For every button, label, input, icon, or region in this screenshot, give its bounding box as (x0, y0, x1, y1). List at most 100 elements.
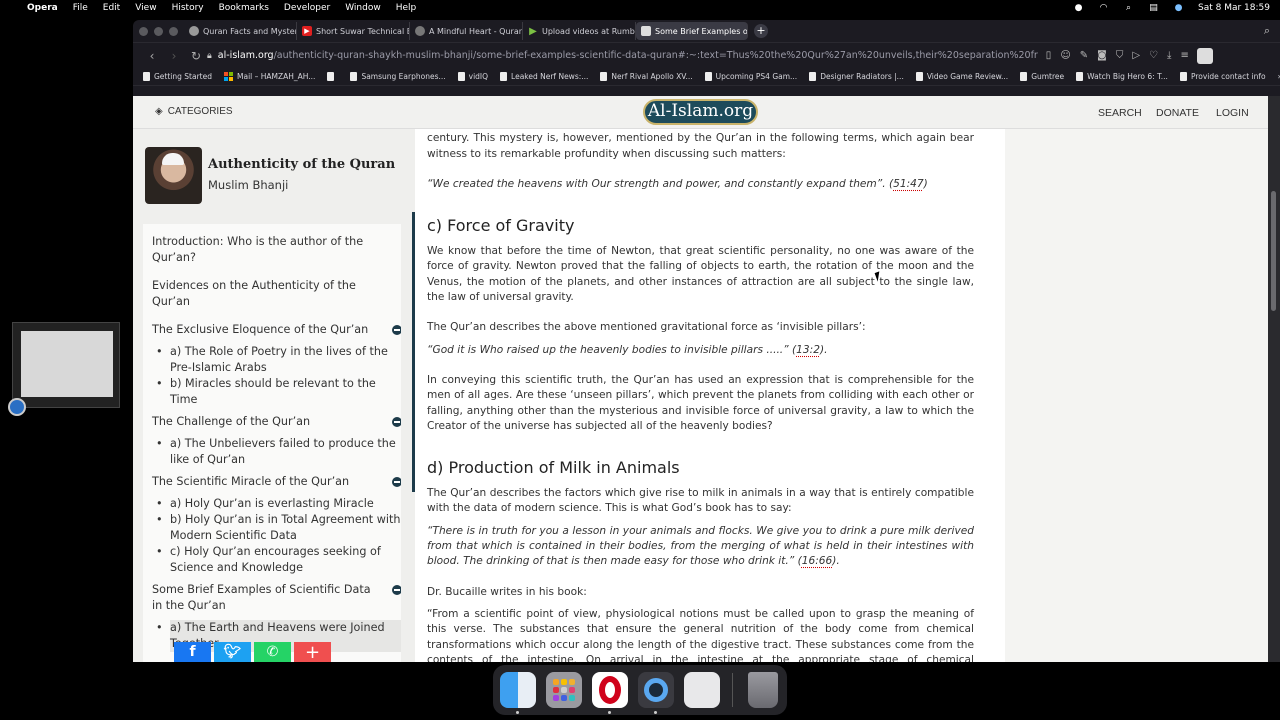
back-button[interactable]: ‹ (141, 49, 163, 63)
menu-app-opera[interactable]: Opera (27, 3, 58, 13)
bookmark-radiators[interactable]: Designer Radiators |... (809, 72, 904, 81)
menu-bookmarks[interactable]: Bookmarks (219, 3, 269, 13)
page-scrollbar[interactable] (1268, 96, 1280, 662)
web-page: ◈ CATEGORIES Al-Islam.org SEARCH DONATE … (133, 96, 1268, 662)
nav-search[interactable]: SEARCH (1098, 107, 1142, 119)
finder-icon[interactable] (500, 672, 536, 714)
play-icon[interactable]: ▷ (1132, 50, 1140, 61)
heart-icon[interactable]: ♡ (1149, 50, 1158, 61)
reader-mode-icon[interactable]: ▯ (1046, 50, 1052, 61)
toc-subsection[interactable]: b) Holy Qur’an is in Total Agreement wit… (152, 512, 401, 544)
author-name[interactable]: Muslim Bhanji (208, 178, 395, 192)
toc-subsection-list: a) The Unbelievers failed to produce the… (152, 436, 401, 468)
bookmark-untitled[interactable] (327, 72, 338, 81)
url-field[interactable]: al-islam.org/authenticity-quran-shaykh-m… (218, 50, 1038, 61)
toc-subsection[interactable]: c) Holy Qur’an encourages seeking of Sci… (152, 544, 401, 576)
toc-section[interactable]: The Challenge of the Qur’an (152, 414, 401, 430)
book-info: Authenticity of the Quran Muslim Bhanji (145, 147, 395, 204)
wifi-icon[interactable]: ◠ (1098, 3, 1109, 13)
toc-section-current[interactable]: Some Brief Examples of Scientific Data i… (152, 582, 401, 614)
new-tab-button[interactable]: + (754, 24, 768, 38)
menu-file[interactable]: File (73, 3, 88, 13)
bookmark-ps4[interactable]: Upcoming PS4 Gam... (704, 72, 797, 81)
author-photo[interactable] (145, 147, 202, 204)
bookmark-getting-started[interactable]: Getting Started (143, 72, 212, 81)
screenshot-thumbnail-preview[interactable] (12, 322, 120, 408)
more-share-icon[interactable]: + (294, 642, 331, 662)
bookmark-big-hero-6[interactable]: Watch Big Hero 6: T... (1076, 72, 1168, 81)
toc-section[interactable]: The Scientific Miracle of the Qur’an (152, 474, 401, 490)
toc-subsection-label: b) Miracles should be relevant to the Ti… (170, 377, 376, 406)
menu-view[interactable]: View (135, 3, 156, 13)
toc-section[interactable]: The Exclusive Eloquence of the Qur’an (152, 322, 401, 338)
bookmark-contact-info[interactable]: Provide contact info (1179, 72, 1266, 81)
nav-donate[interactable]: DONATE (1156, 107, 1199, 119)
launchpad-icon[interactable] (546, 672, 582, 708)
collapse-icon[interactable] (392, 417, 401, 427)
quicktime-player-icon[interactable] (638, 672, 674, 714)
verse-reference-link[interactable]: 16:66 (802, 555, 833, 567)
collapse-icon[interactable] (392, 325, 401, 335)
tab-search-icon[interactable]: ⌕ (1264, 24, 1270, 38)
verse-reference-link[interactable]: 13:2 (796, 344, 820, 356)
bookmark-leaked-nerf[interactable]: Leaked Nerf News:... (500, 72, 588, 81)
edit-icon[interactable]: ✎ (1080, 50, 1088, 61)
siri-icon[interactable]: ● (1173, 3, 1184, 13)
bookmark-video-game-review[interactable]: Video Game Review... (915, 72, 1008, 81)
record-icon[interactable]: ● (1073, 3, 1084, 13)
paragraph: Dr. Bucaille writes in his book: (427, 585, 587, 598)
window-minimize-button[interactable] (154, 26, 163, 36)
bookmark-nerf-rival[interactable]: Nerf Rival Apollo XV... (600, 72, 693, 81)
boot-camp-assistant-icon[interactable] (684, 672, 720, 708)
tab-rumble[interactable]: ▶ Upload videos at Rumble (523, 22, 636, 40)
nav-login[interactable]: LOGIN (1216, 107, 1249, 119)
bookmark-mail[interactable]: Mail – HAMZAH_AH... (224, 72, 315, 81)
toc-section[interactable]: Evidences on the Authenticity of the Qur… (152, 278, 401, 310)
tab-short-suwar[interactable]: ▶ Short Suwar Technical B (297, 22, 410, 40)
window-zoom-button[interactable] (169, 26, 178, 36)
bookmark-vidiq[interactable]: vidIQ (457, 72, 488, 81)
shield-icon[interactable]: ⛉ (1116, 50, 1124, 61)
spotlight-search-icon[interactable]: ⌕ (1123, 3, 1134, 13)
bookmark-samsung[interactable]: Samsung Earphones... (350, 72, 446, 81)
menu-edit[interactable]: Edit (103, 3, 120, 13)
snapshot-camera-icon[interactable]: ◙ (1097, 50, 1107, 61)
bookmark-gumtree[interactable]: Gumtree (1020, 72, 1064, 81)
twitter-share-icon[interactable]: 🐦︎ (214, 642, 251, 662)
menu-icon[interactable]: ≡ (1180, 50, 1188, 61)
site-logo[interactable]: Al-Islam.org (643, 99, 758, 125)
tab-some-brief-examples[interactable]: Some Brief Examples of (636, 22, 748, 40)
profile-avatar[interactable] (1196, 47, 1213, 64)
menu-history[interactable]: History (172, 3, 204, 13)
collapse-icon[interactable] (392, 477, 401, 487)
menu-developer[interactable]: Developer (284, 3, 330, 13)
tab-mindful-heart[interactable]: A Mindful Heart - Quran (410, 22, 523, 40)
toc-subsection[interactable]: b) Miracles should be relevant to the Ti… (152, 376, 401, 408)
collapse-icon[interactable] (392, 585, 401, 595)
verse-reference-link[interactable]: 51:47 (893, 178, 924, 190)
toc-subsection[interactable]: a) The Role of Poetry in the lives of th… (152, 344, 401, 376)
window-close-button[interactable] (139, 26, 148, 36)
tab-quran-facts[interactable]: Quran Facts and Myster (184, 22, 297, 40)
opera-icon[interactable] (592, 672, 628, 714)
book-title[interactable]: Authenticity of the Quran (208, 157, 395, 172)
toc-subsection-label: a) Holy Qur’an is everlasting Miracle (170, 497, 374, 510)
quote-text: “God it is Who raised up the heavenly bo… (427, 343, 797, 356)
scrollbar-thumb[interactable] (1271, 191, 1276, 311)
menu-window[interactable]: Window (345, 3, 381, 13)
categories-button[interactable]: ◈ CATEGORIES (155, 106, 233, 117)
menu-help[interactable]: Help (396, 3, 417, 13)
toc-subsection[interactable]: a) Holy Qur’an is everlasting Miracle (152, 496, 401, 512)
trash-icon[interactable] (748, 672, 778, 708)
whatsapp-share-icon[interactable]: ✆ (254, 642, 291, 662)
forward-button[interactable]: › (163, 49, 185, 63)
toc-subsection-list: a) Holy Qur’an is everlasting Miracle b)… (152, 496, 401, 576)
menubar-clock[interactable]: Sat 8 Mar 18:59 (1198, 3, 1270, 13)
facebook-share-icon[interactable]: f (174, 642, 211, 662)
control-center-icon[interactable]: ▤ (1148, 3, 1159, 13)
download-icon[interactable]: ⤓ (1167, 50, 1171, 61)
reload-button[interactable]: ↻ (185, 49, 207, 63)
emoji-icon[interactable]: ☺ (1060, 50, 1070, 61)
toc-subsection[interactable]: a) The Unbelievers failed to produce the… (152, 436, 401, 468)
toc-section[interactable]: Introduction: Who is the author of the Q… (152, 234, 401, 266)
